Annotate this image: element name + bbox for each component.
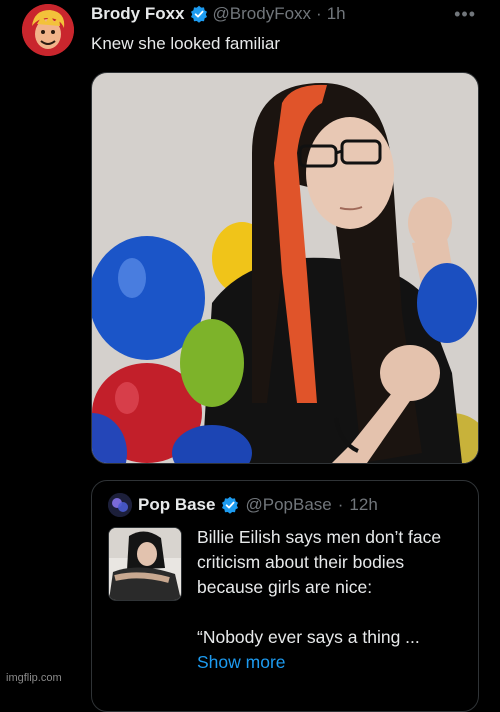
timestamp[interactable]: 1h xyxy=(327,4,346,24)
separator-dot: · xyxy=(316,4,322,23)
quoted-text-paragraph-1: Billie Eilish says men don’t face critic… xyxy=(197,527,442,597)
verified-badge-icon xyxy=(221,496,239,514)
avatar[interactable] xyxy=(22,4,74,56)
author-name[interactable]: Brody Foxx xyxy=(91,4,185,24)
author-handle[interactable]: @BrodyFoxx xyxy=(213,4,312,24)
quoted-author-handle[interactable]: @PopBase xyxy=(245,495,331,515)
quoted-text-paragraph-2: “Nobody ever says a thing ... xyxy=(197,627,420,647)
quoted-timestamp[interactable]: 12h xyxy=(349,495,377,515)
watermark: imgflip.com xyxy=(6,672,62,684)
quoted-avatar[interactable] xyxy=(108,493,132,517)
quoted-tweet-header: Pop Base @PopBase · 12h xyxy=(108,493,378,517)
quoted-tweet-card[interactable]: Pop Base @PopBase · 12h Billie Eilish sa… xyxy=(91,480,479,712)
separator-dot: · xyxy=(337,495,344,514)
quoted-thumbnail[interactable] xyxy=(108,527,182,601)
more-options-icon[interactable]: ••• xyxy=(454,4,476,25)
show-more-link[interactable]: Show more xyxy=(197,652,286,672)
tweet-header: Brody Foxx @BrodyFoxx · 1h xyxy=(91,2,346,26)
tweet-text: Knew she looked familiar xyxy=(91,34,280,53)
quoted-tweet-text: Billie Eilish says men don’t face critic… xyxy=(197,525,472,675)
tweet-photo[interactable] xyxy=(91,72,479,464)
verified-badge-icon xyxy=(190,5,208,23)
quoted-author-name[interactable]: Pop Base xyxy=(138,495,215,515)
